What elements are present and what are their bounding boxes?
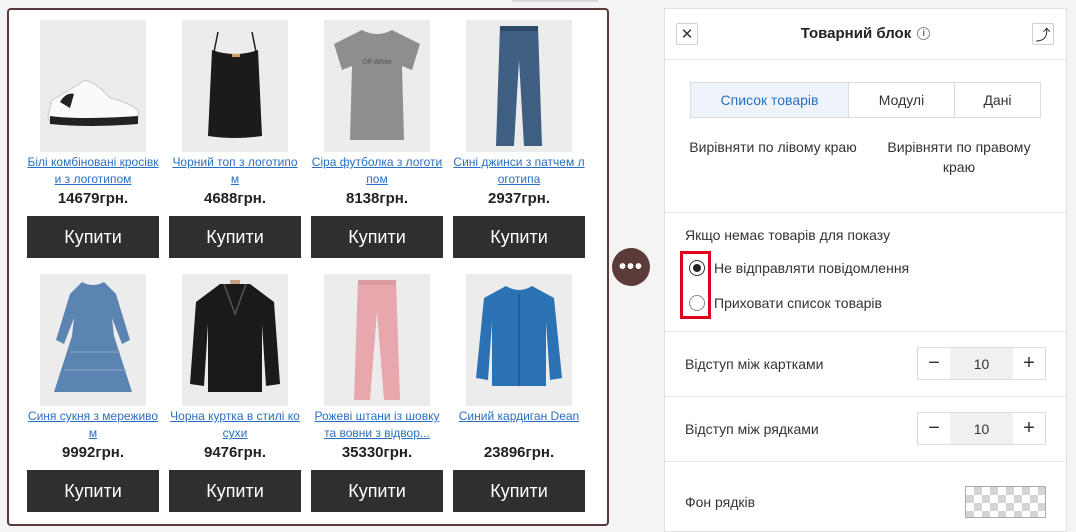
product-name-link[interactable]: Синий кардиган Dean <box>453 408 585 442</box>
product-row-2: Синя сукня з мереживом 9992грн. Купити Ч… <box>27 274 585 512</box>
panel-header: ✕ Товарний блок i ⤴ <box>665 9 1066 59</box>
card-gap-label: Відступ між картками <box>685 356 824 372</box>
product-name-link[interactable]: Чорна куртка в стилі косухи <box>169 408 301 442</box>
top-image[interactable] <box>182 20 288 152</box>
divider <box>665 396 1066 397</box>
row-gap-label: Відступ між рядками <box>685 421 819 437</box>
jeans-image[interactable] <box>466 20 572 152</box>
product-card: Рожеві штани із шовку та вовни з відвор.… <box>311 274 443 512</box>
product-name-link[interactable]: Чорний топ з логотипом <box>169 154 301 188</box>
cardigan-image[interactable] <box>466 274 572 406</box>
product-name-link[interactable]: Білі комбіновані кросівки з логотипом <box>27 154 159 188</box>
toolbar-nub <box>512 0 598 2</box>
buy-button[interactable]: Купити <box>311 470 443 512</box>
radio-no-message[interactable]: Не відправляти повідомлення <box>689 260 909 276</box>
product-name-link[interactable]: Синя сукня з мереживом <box>27 408 159 442</box>
plus-icon[interactable]: + <box>1013 348 1045 379</box>
divider <box>665 59 1066 60</box>
product-card: Чорний топ з логотипом 4688грн. Купити <box>169 20 301 258</box>
panel-tabs: Список товарів Модулі Дані <box>690 82 1041 118</box>
product-price: 23896грн. <box>483 444 555 461</box>
plus-icon[interactable]: + <box>1013 413 1045 444</box>
product-card: Білі комбіновані кросівки з логотипом 14… <box>27 20 159 258</box>
product-name-link[interactable]: Рожеві штани із шовку та вовни з відвор.… <box>311 408 443 442</box>
buy-button[interactable]: Купити <box>27 470 159 512</box>
radio-hide-list[interactable]: Приховати список товарів <box>689 295 882 311</box>
empty-products-label: Якщо немає товарів для показу <box>685 227 891 243</box>
jacket-image[interactable] <box>182 274 288 406</box>
align-left-button[interactable]: Вирівняти по лівому краю <box>687 137 859 157</box>
product-card: Синя сукня з мереживом 9992грн. Купити <box>27 274 159 512</box>
row-gap-input[interactable]: 10 <box>950 413 1013 444</box>
minus-icon[interactable]: − <box>918 413 950 444</box>
product-price: 2937грн. <box>487 190 550 207</box>
radio-label: Не відправляти повідомлення <box>714 260 910 276</box>
divider <box>665 212 1066 213</box>
align-right-button[interactable]: Вирівняти по правому краю <box>873 137 1045 177</box>
product-name-link[interactable]: Сині джинси з патчем логотипа <box>453 154 585 188</box>
product-row-1: Білі комбіновані кросівки з логотипом 14… <box>27 20 585 258</box>
export-icon[interactable]: ⤴ <box>1032 23 1054 45</box>
tshirt-image[interactable]: Off-White <box>324 20 430 152</box>
sneaker-image[interactable] <box>40 20 146 152</box>
tab-product-list[interactable]: Список товарів <box>691 83 848 117</box>
divider <box>665 461 1066 462</box>
product-price: 4688грн. <box>203 190 266 207</box>
svg-text:Off-White: Off-White <box>362 59 392 66</box>
divider <box>665 331 1066 332</box>
buy-button[interactable]: Купити <box>169 470 301 512</box>
product-name-link[interactable]: Сіра футболка з логотипом <box>311 154 443 188</box>
canvas-top-strip <box>0 0 660 8</box>
buy-button[interactable]: Купити <box>169 216 301 258</box>
radio-label: Приховати список товарів <box>714 295 882 311</box>
tab-modules[interactable]: Модулі <box>848 83 954 117</box>
product-card: Чорна куртка в стилі косухи 9476грн. Куп… <box>169 274 301 512</box>
row-bg-color-swatch[interactable] <box>965 486 1046 518</box>
product-price: 8138грн. <box>345 190 408 207</box>
product-block-canvas[interactable]: Білі комбіновані кросівки з логотипом 14… <box>7 8 609 526</box>
dress-image[interactable] <box>40 274 146 406</box>
pants-image[interactable] <box>324 274 430 406</box>
product-price: 35330грн. <box>341 444 413 461</box>
tab-data[interactable]: Дані <box>954 83 1040 117</box>
product-price: 14679грн. <box>57 190 129 207</box>
product-card: Off-White Сіра футболка з логотипом 8138… <box>311 20 443 258</box>
product-price: 9992грн. <box>61 444 124 461</box>
panel-title-text: Товарний блок <box>800 25 912 42</box>
product-card: Сині джинси з патчем логотипа 2937грн. К… <box>453 20 585 258</box>
card-gap-input[interactable]: 10 <box>950 348 1013 379</box>
minus-icon[interactable]: − <box>918 348 950 379</box>
buy-button[interactable]: Купити <box>453 470 585 512</box>
product-card: Синий кардиган Dean 23896грн. Купити <box>453 274 585 512</box>
more-options-handle[interactable]: ••• <box>612 248 650 286</box>
info-icon[interactable]: i <box>917 26 931 40</box>
product-block-panel: ✕ Товарний блок i ⤴ Список товарів Модулі… <box>664 8 1067 532</box>
row-bg-label: Фон рядків <box>685 494 756 510</box>
highlight-box <box>680 251 711 319</box>
card-gap-stepper: − 10 + <box>917 347 1046 380</box>
row-gap-stepper: − 10 + <box>917 412 1046 445</box>
panel-title: Товарний блок i <box>665 25 1066 42</box>
buy-button[interactable]: Купити <box>453 216 585 258</box>
product-price: 9476грн. <box>203 444 266 461</box>
buy-button[interactable]: Купити <box>27 216 159 258</box>
buy-button[interactable]: Купити <box>311 216 443 258</box>
